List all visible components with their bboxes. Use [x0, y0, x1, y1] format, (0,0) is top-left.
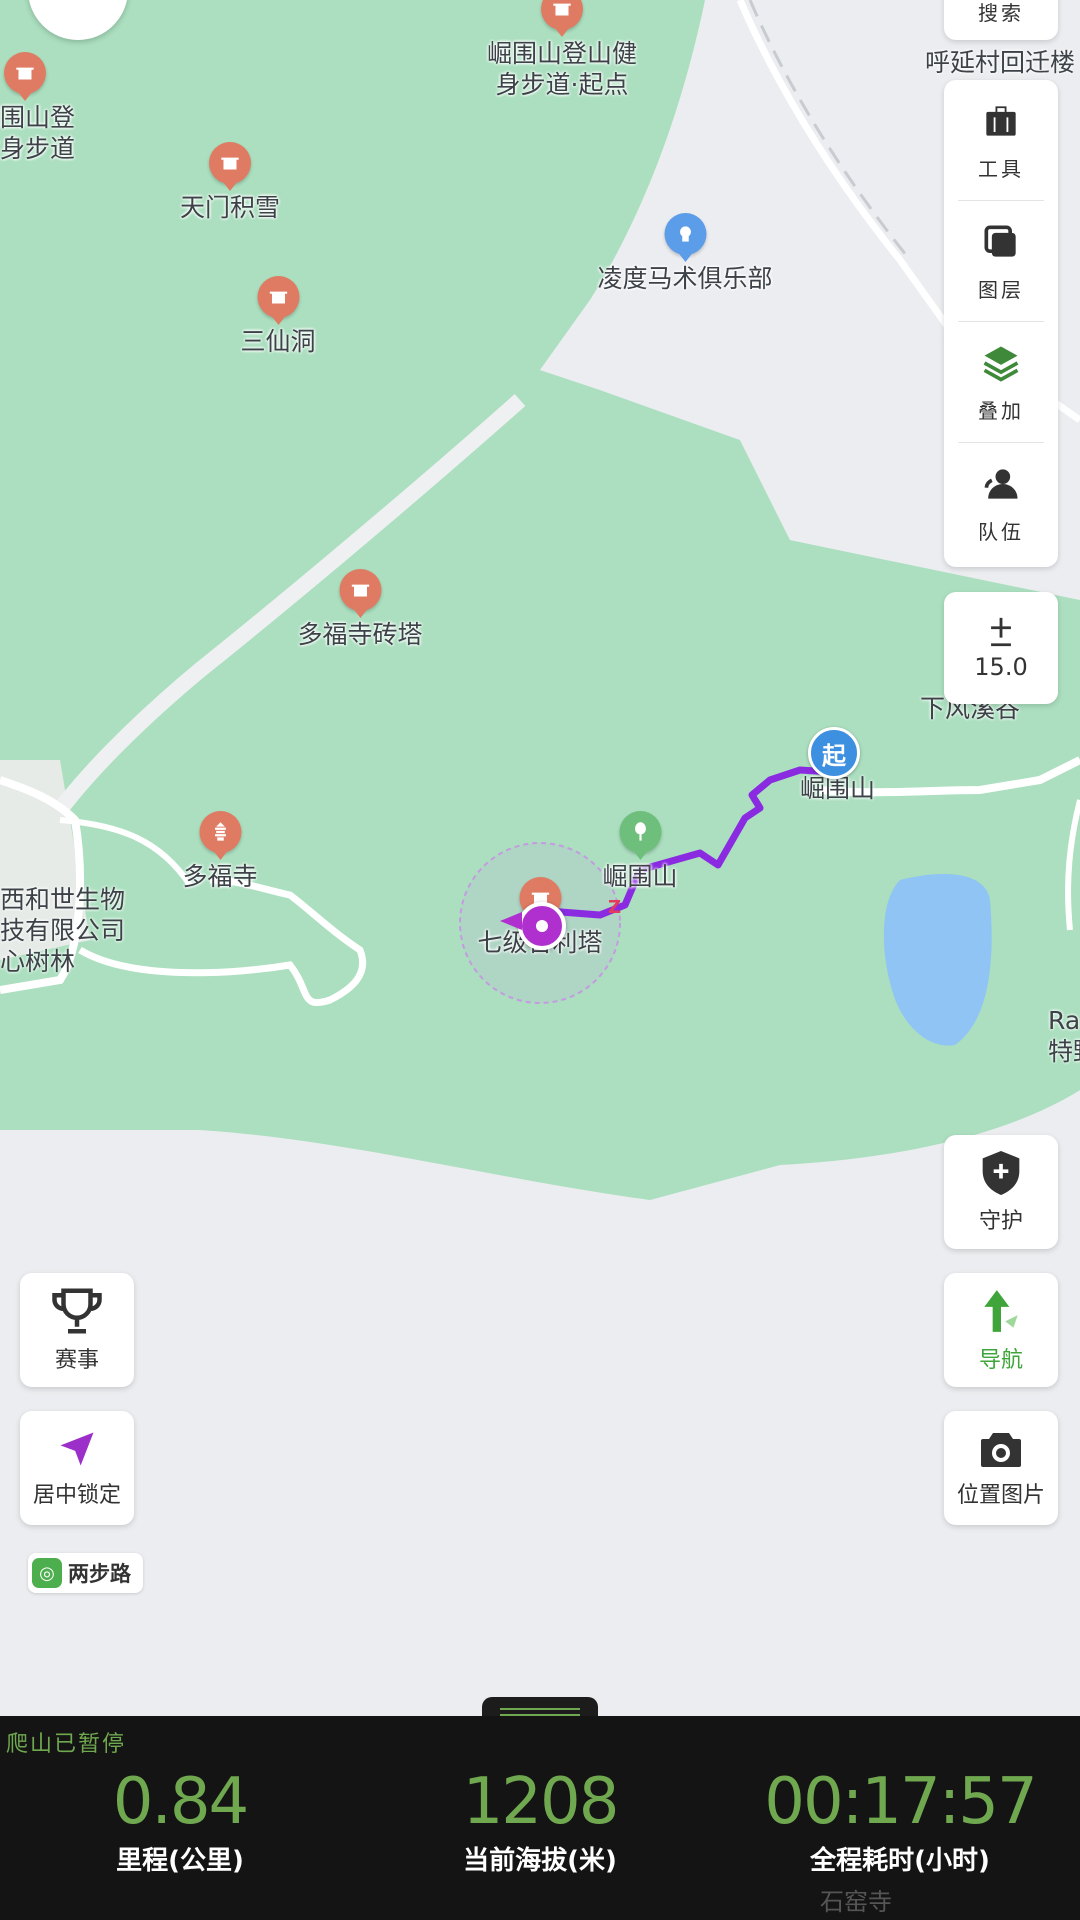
- camera-icon: [981, 1433, 1021, 1467]
- tool-panel: 工具 图层 叠加 队伍: [944, 80, 1058, 567]
- distance-stat: 0.84 里程(公里): [112, 1765, 249, 1877]
- heading-arrow-icon: [500, 912, 522, 930]
- poi-lingdu[interactable]: 凌度马术俱乐部: [597, 213, 773, 294]
- navigate-arrow-icon: [984, 1290, 1018, 1332]
- poi-label: 天门积雪: [179, 193, 281, 222]
- trophy-icon: [52, 1288, 102, 1334]
- stats-panel: 爬山已暂停 0.84 里程(公里) 1208 当前海拔(米) 00:17:57 …: [0, 1716, 1080, 1920]
- status-text: 爬山已暂停: [6, 1732, 127, 1757]
- poi-duofu[interactable]: 多福寺: [182, 811, 258, 892]
- pagoda-pin-icon: [198, 811, 241, 853]
- search-label: 搜索: [978, 1, 1024, 25]
- map-label-ra: Ra 特野: [1048, 1006, 1080, 1066]
- poi-label: 崛围山登山健 身步道·起点: [486, 39, 638, 99]
- map-view[interactable]: 崛围山登山健 身步道·起点 崛围山登 健身步道 天门积雪 三仙洞 凌度马术俱乐部…: [0, 0, 1080, 1716]
- temple-pin-icon: [208, 142, 251, 184]
- temple-pin-icon: [256, 276, 299, 318]
- distance-label: 里程(公里): [116, 1846, 244, 1876]
- temple-pin-icon: [338, 569, 381, 611]
- events-button[interactable]: 赛事: [20, 1273, 134, 1387]
- guard-button[interactable]: 守护: [944, 1135, 1058, 1249]
- locate-arrow-icon: [60, 1432, 94, 1466]
- elapsed-stat: 00:17:57 全程耗时(小时): [764, 1765, 1037, 1877]
- stack-icon: [983, 346, 1019, 382]
- map-label-company: 西和世生物 技有限公司 心树林: [0, 885, 126, 976]
- search-button[interactable]: 搜索: [944, 0, 1058, 40]
- center-lock-button[interactable]: 居中锁定: [20, 1411, 134, 1525]
- layers-icon: [984, 225, 1016, 257]
- tool-layers[interactable]: 图层: [958, 201, 1044, 322]
- poi-label: 三仙洞: [240, 327, 316, 356]
- poi-sanxian[interactable]: 三仙洞: [240, 276, 316, 357]
- poi-trail-left[interactable]: 崛围山登 健身步道: [0, 52, 75, 164]
- brand-name: 两步路: [68, 1562, 131, 1586]
- poi-label: 凌度马术俱乐部: [597, 264, 773, 293]
- brand-logo-icon: ◎: [32, 1558, 62, 1588]
- tool-team[interactable]: 队伍: [958, 443, 1044, 563]
- poi-label: 崛围山登 健身步道: [0, 103, 76, 163]
- map-base: [0, 0, 1080, 1200]
- altitude-value: 1208: [462, 1765, 620, 1839]
- temple-pin-icon: [3, 52, 46, 94]
- temple-pin-icon: [540, 0, 583, 30]
- shield-plus-icon: [982, 1151, 1020, 1195]
- map-label-shiyao: 石窑寺: [820, 1888, 892, 1916]
- distance-value: 0.84: [112, 1765, 249, 1839]
- poi-duofu-tower[interactable]: 多福寺砖塔: [297, 569, 423, 650]
- altitude-stat: 1208 当前海拔(米): [462, 1765, 620, 1877]
- poi-jueweishan-peak[interactable]: 崛围山: [602, 811, 678, 892]
- horse-pin-icon: [663, 213, 706, 255]
- tool-tools[interactable]: 工具: [958, 80, 1044, 201]
- poi-start-trail[interactable]: 崛围山登山健 身步道·起点: [487, 0, 637, 100]
- tool-overlay[interactable]: 叠加: [958, 322, 1044, 443]
- current-location-icon: [518, 902, 566, 950]
- navigate-button[interactable]: 导航: [944, 1273, 1058, 1387]
- zoom-control[interactable]: 15.0: [944, 592, 1058, 704]
- location-photo-button[interactable]: 位置图片: [944, 1411, 1058, 1525]
- team-icon: [984, 468, 1018, 499]
- plus-minus-icon: [991, 617, 1011, 647]
- sheet-handle[interactable]: [482, 1697, 598, 1716]
- toolbox-icon: [986, 105, 1016, 136]
- poi-label: 多福寺: [182, 862, 258, 891]
- poi-tianmen[interactable]: 天门积雪: [180, 142, 280, 223]
- poi-label: 多福寺砖塔: [297, 620, 423, 649]
- poi-label: 崛围山: [602, 862, 678, 891]
- map-label-village: 呼延村回迁楼: [925, 48, 1076, 77]
- tree-pin-icon: [618, 811, 661, 853]
- altitude-label: 当前海拔(米): [463, 1846, 617, 1876]
- elapsed-label: 全程耗时(小时): [810, 1846, 990, 1876]
- zoom-level: 15.0: [974, 653, 1028, 681]
- route-start-marker[interactable]: 起: [808, 727, 860, 779]
- brand-badge[interactable]: ◎ 两步路: [28, 1553, 143, 1593]
- route-end-marker: Z: [608, 897, 622, 918]
- elapsed-value: 00:17:57: [764, 1765, 1037, 1839]
